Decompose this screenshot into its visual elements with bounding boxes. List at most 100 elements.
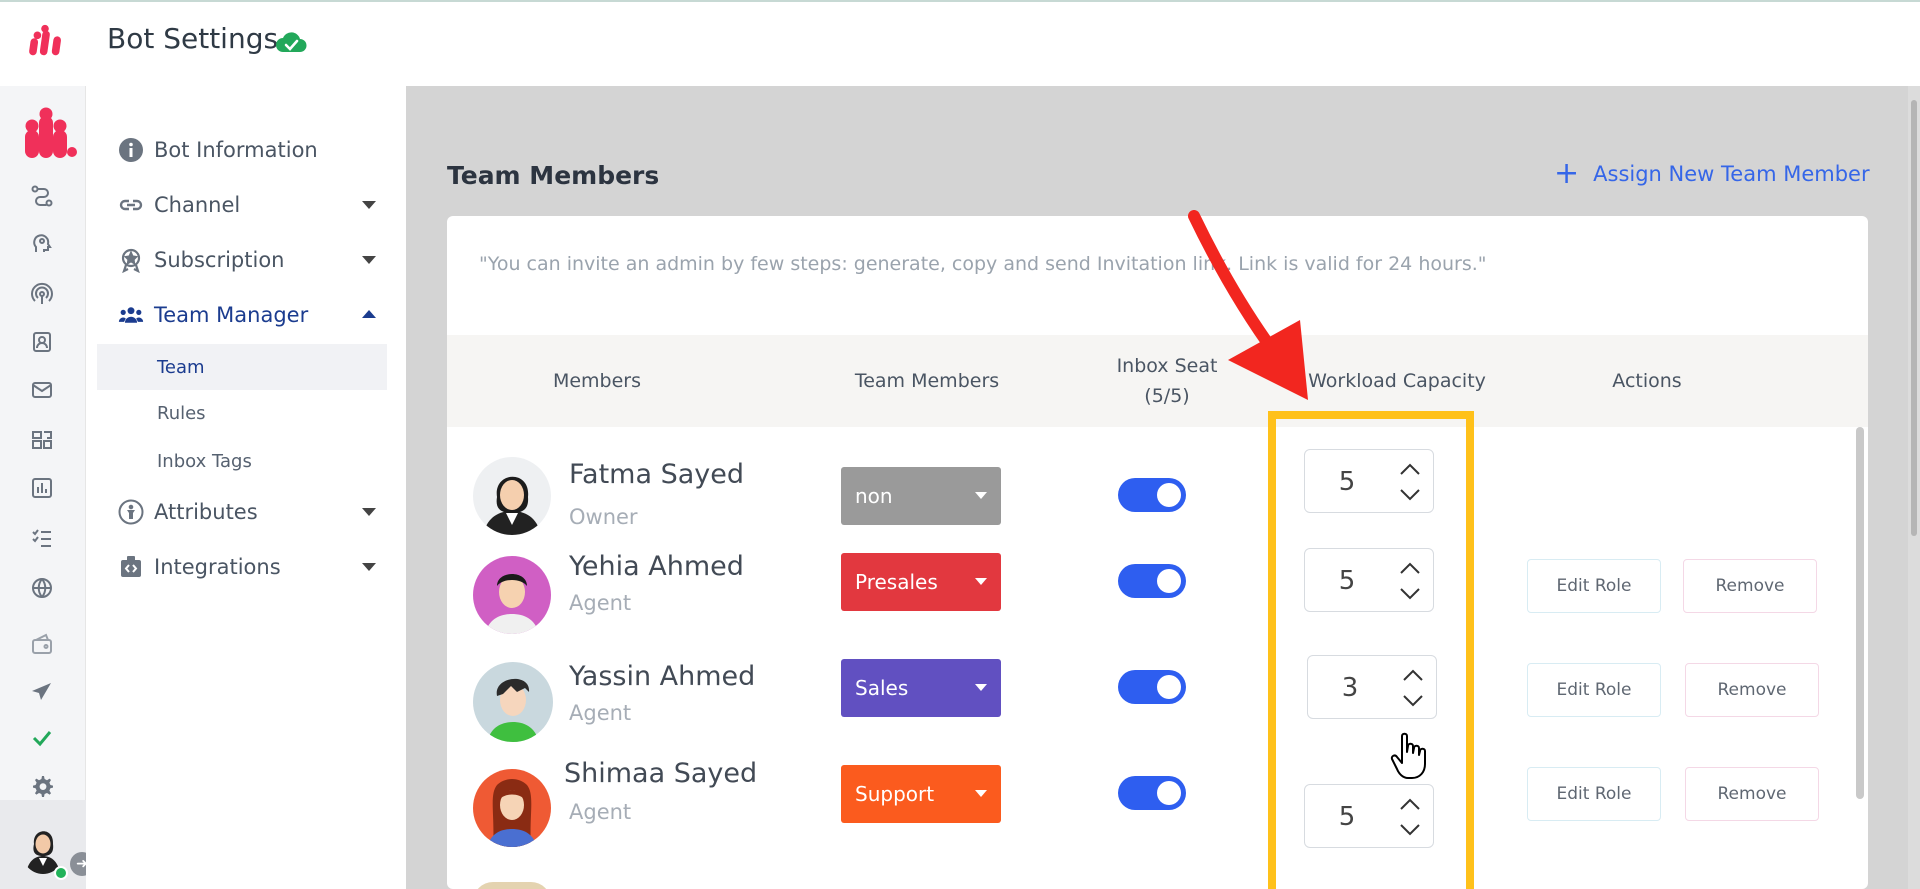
member-avatar (473, 556, 551, 634)
member-name: Fatma Sayed (569, 459, 745, 490)
chevron-down-icon (362, 508, 376, 516)
edit-role-button[interactable]: Edit Role (1527, 559, 1661, 613)
chevron-down-icon (975, 790, 987, 797)
inbox-seat-toggle[interactable] (1118, 478, 1186, 512)
nav-attributes[interactable]: Attributes (116, 494, 386, 530)
toggle-knob (1157, 483, 1181, 507)
chevron-down-icon (362, 201, 376, 209)
team-select[interactable]: non (841, 467, 1001, 525)
team-members-card: "You can invite an admin by few steps: g… (447, 216, 1868, 889)
table-row: Yassin Ahmed Agent Sales 3 Edit Role Rem… (447, 655, 1868, 761)
section-title: Team Members (447, 161, 660, 190)
inbox-seat-toggle[interactable] (1118, 670, 1186, 704)
member-role: Owner (569, 505, 638, 529)
remove-button[interactable]: Remove (1683, 559, 1817, 613)
brand-logo[interactable] (26, 22, 64, 62)
col-members: Members (552, 370, 642, 392)
toggle-knob (1157, 675, 1181, 699)
table-row: Fatma Sayed Owner non 5 (447, 445, 1868, 549)
check-icon[interactable] (28, 724, 56, 752)
nav-channel[interactable]: Channel (116, 187, 386, 223)
person-icon (116, 497, 146, 527)
ai-brain-icon[interactable] (28, 230, 56, 258)
inbox-seat-toggle[interactable] (1118, 564, 1186, 598)
nav-integrations[interactable]: Integrations (116, 549, 386, 585)
analytics-icon[interactable] (28, 474, 56, 502)
chevron-down-icon (362, 563, 376, 571)
red-arrow-annotation (1188, 210, 1308, 400)
checklist-icon[interactable] (28, 524, 56, 552)
team-select[interactable]: Support (841, 765, 1001, 823)
chevron-down-icon (362, 256, 376, 264)
member-role: Agent (569, 800, 632, 824)
badge-icon (116, 245, 146, 275)
wallet-icon[interactable] (28, 630, 56, 658)
nav-label: Integrations (154, 555, 281, 579)
table-header: Members Team Members Inbox Seat (5/5) Wo… (447, 335, 1868, 427)
member-name: Yassin Ahmed (569, 661, 756, 692)
col-actions: Actions (1612, 370, 1682, 392)
contacts-icon[interactable] (28, 328, 56, 356)
member-avatar-partial (473, 882, 551, 889)
toggle-knob (1157, 781, 1181, 805)
chevron-down-icon (975, 578, 987, 585)
flow-icon[interactable] (28, 182, 56, 210)
plus-icon: + (1554, 156, 1580, 191)
edit-role-button[interactable]: Edit Role (1527, 663, 1661, 717)
settings-sidebar: Bot Information Channel Subscription Tea… (86, 86, 406, 889)
templates-icon[interactable] (28, 426, 56, 454)
link-icon (116, 190, 146, 220)
workload-capacity-highlight (1268, 411, 1474, 889)
subnav-team[interactable]: Team (97, 344, 387, 390)
member-name: Yehia Ahmed (569, 551, 744, 582)
icon-rail: ➜ (0, 86, 94, 889)
nav-label: Subscription (154, 248, 285, 272)
member-avatar (473, 457, 551, 535)
remove-button[interactable]: Remove (1685, 663, 1819, 717)
subnav-rules[interactable]: Rules (97, 390, 387, 436)
team-select[interactable]: Sales (841, 659, 1001, 717)
hand-cursor-icon (1390, 732, 1426, 779)
inbox-seat-toggle[interactable] (1118, 776, 1186, 810)
nav-subscription[interactable]: Subscription (116, 242, 386, 278)
info-icon (116, 135, 146, 165)
table-row: Shimaa Sayed Agent Support 5 Edit Role R… (447, 758, 1868, 867)
subnav-inbox-tags[interactable]: Inbox Tags (97, 438, 387, 484)
member-role: Agent (569, 701, 632, 725)
integration-icon (116, 552, 146, 582)
chevron-down-icon (975, 492, 987, 499)
globe-icon[interactable] (28, 574, 56, 602)
member-name: Shimaa Sayed (564, 758, 758, 789)
nav-label: Attributes (154, 500, 258, 524)
member-avatar (473, 769, 551, 847)
nav-label: Bot Information (154, 138, 318, 162)
brand-logo-large[interactable] (12, 104, 78, 160)
nav-bot-information[interactable]: Bot Information (116, 132, 386, 168)
chevron-up-icon (362, 310, 376, 318)
nav-team-manager[interactable]: Team Manager (116, 297, 386, 333)
edit-role-button[interactable]: Edit Role (1527, 767, 1661, 821)
online-status-dot (54, 866, 68, 880)
nav-label: Channel (154, 193, 241, 217)
col-team-members: Team Members (854, 370, 1000, 392)
team-select-value: Presales (855, 570, 938, 594)
table-row: Yehia Ahmed Agent Presales 5 Edit Role R… (447, 548, 1868, 655)
broadcast-icon[interactable] (28, 280, 56, 308)
member-role: Agent (569, 591, 632, 615)
page-scrollbar-thumb[interactable] (1911, 100, 1917, 536)
cloud-saved-icon (276, 32, 307, 52)
team-select-value: non (855, 484, 893, 508)
settings-gear-icon[interactable] (28, 772, 56, 800)
chevron-down-icon (975, 684, 987, 691)
team-select[interactable]: Presales (841, 553, 1001, 611)
remove-button[interactable]: Remove (1685, 767, 1819, 821)
page-title: Bot Settings (107, 22, 279, 55)
team-select-value: Sales (855, 676, 909, 700)
assign-new-member-button[interactable]: + Assign New Team Member (1554, 156, 1870, 191)
toggle-knob (1157, 569, 1181, 593)
send-icon[interactable] (28, 678, 56, 706)
inbox-mail-icon[interactable] (28, 376, 56, 404)
member-avatar (473, 662, 553, 742)
top-bar: Bot Settings (0, 0, 1920, 86)
user-profile-area[interactable]: ➜ (0, 800, 94, 889)
